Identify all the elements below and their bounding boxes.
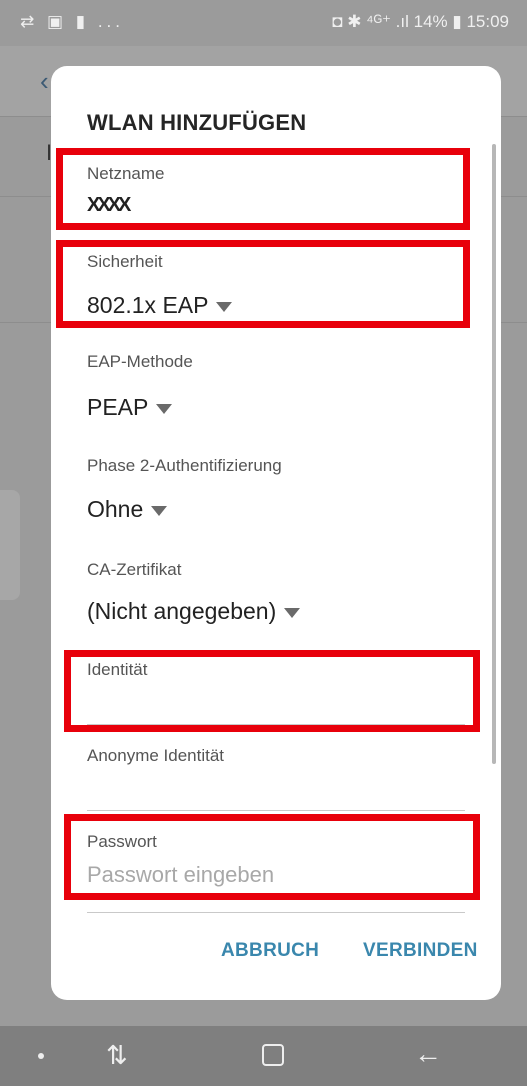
eap-method-value: PEAP <box>87 394 149 420</box>
password-underline <box>87 912 465 913</box>
ca-certificate-value: (Nicht angegeben) <box>87 598 277 624</box>
phase2-label: Phase 2-Authentifizierung <box>87 456 282 475</box>
connect-button[interactable]: VERBINDEN <box>363 940 478 962</box>
notification-icons: ⇄ ▣ ▮ ... <box>20 12 124 31</box>
anonymous-identity-underline <box>87 810 465 811</box>
annotation-box-network-name <box>56 148 470 230</box>
ca-certificate-label: CA-Zertifikat <box>87 560 182 579</box>
ca-certificate-dropdown[interactable]: (Nicht angegeben) <box>87 598 301 625</box>
phase2-value: Ohne <box>87 496 144 522</box>
dropdown-caret-icon <box>156 403 173 414</box>
dialog-title: WLAN HINZUFÜGEN <box>87 110 307 135</box>
dropdown-caret-icon <box>151 505 168 516</box>
anonymous-identity-input[interactable] <box>87 778 465 806</box>
eap-method-dropdown[interactable]: PEAP <box>87 394 173 421</box>
cancel-button[interactable]: ABBRUCH <box>221 940 319 962</box>
navigation-bar: ⇅ ← <box>0 1026 527 1086</box>
phase2-dropdown[interactable]: Ohne <box>87 496 168 523</box>
status-bar: ⇄ ▣ ▮ ... ◘ ✱ ⁴ᴳ⁺ .ıl 14% ▮ 15:09 <box>0 0 527 46</box>
back-icon[interactable]: ← <box>414 1038 442 1070</box>
annotation-box-password <box>64 814 480 900</box>
back-arrow-icon: ‹ <box>40 66 49 96</box>
recent-apps-icon[interactable]: ⇅ <box>106 1040 128 1071</box>
annotation-box-security <box>56 240 470 328</box>
dropdown-caret-icon <box>284 607 301 618</box>
annotation-box-identity <box>64 650 480 732</box>
home-icon[interactable] <box>262 1044 284 1066</box>
anonymous-identity-label: Anonyme Identität <box>87 746 225 765</box>
dot-icon[interactable] <box>38 1053 44 1059</box>
eap-method-label: EAP-Methode <box>87 352 193 371</box>
edge-panel-handle <box>0 490 20 600</box>
status-info: ◘ ✱ ⁴ᴳ⁺ .ıl 14% ▮ 15:09 <box>332 12 509 31</box>
scrollbar[interactable] <box>492 144 496 764</box>
